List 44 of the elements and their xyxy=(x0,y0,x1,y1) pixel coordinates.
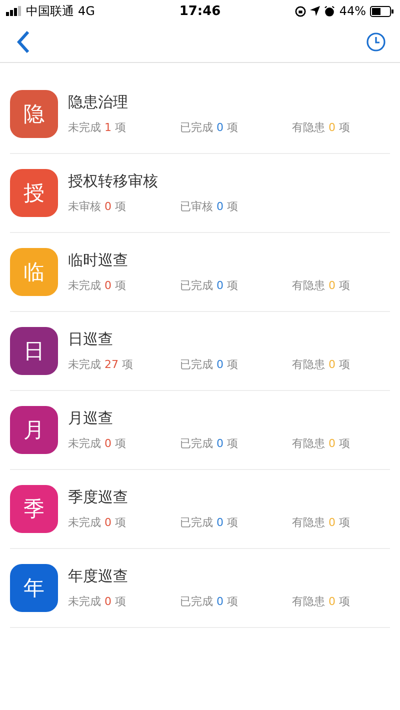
stat-text: 未完成 1 项 xyxy=(68,120,127,135)
battery-icon xyxy=(370,6,394,16)
item-title[interactable]: 季度巡查 xyxy=(68,488,400,507)
item-title[interactable]: 日巡查 xyxy=(68,330,400,349)
stat-text: 未完成 0 项 xyxy=(68,436,127,451)
category-tile[interactable]: 隐 xyxy=(10,90,58,138)
stat-text: 未完成 27 项 xyxy=(68,357,134,372)
stat-text: 有隐患 0 项 xyxy=(292,120,351,135)
clock-time: 17:46 xyxy=(179,4,221,18)
stat-text: 未完成 0 项 xyxy=(68,515,127,530)
clock-icon[interactable] xyxy=(366,32,386,52)
stat-text: 已完成 0 项 xyxy=(180,357,239,372)
alarm-icon xyxy=(324,6,336,16)
item-title[interactable]: 隐患治理 xyxy=(68,93,400,112)
stat-text: 有隐患 0 项 xyxy=(292,594,351,609)
location-icon xyxy=(310,6,320,16)
stat-text: 已审核 0 项 xyxy=(180,199,239,214)
stat-text: 已完成 0 项 xyxy=(180,515,239,530)
battery-percent: 44% xyxy=(339,4,366,18)
category-tile[interactable]: 季 xyxy=(10,485,58,533)
rotation-lock-icon xyxy=(295,6,306,16)
item-title[interactable]: 年度巡查 xyxy=(68,567,400,586)
category-tile[interactable]: 年 xyxy=(10,564,58,612)
stat-text: 有隐患 0 项 xyxy=(292,357,351,372)
item-title[interactable]: 临时巡查 xyxy=(68,251,400,270)
stat-text: 已完成 0 项 xyxy=(180,120,239,135)
network-type: 4G xyxy=(78,4,95,18)
signal-icon xyxy=(6,6,22,16)
category-tile[interactable]: 月 xyxy=(10,406,58,454)
stat-text: 有隐患 0 项 xyxy=(292,436,351,451)
category-tile[interactable]: 授 xyxy=(10,169,58,217)
category-tile[interactable]: 日 xyxy=(10,327,58,375)
item-title[interactable]: 授权转移审核 xyxy=(68,172,390,191)
stat-text: 未完成 0 项 xyxy=(68,594,127,609)
carrier-name: 中国联通 xyxy=(26,2,74,20)
back-icon[interactable] xyxy=(16,30,30,54)
stat-text: 未审核 0 项 xyxy=(68,199,127,214)
stat-text: 有隐患 0 项 xyxy=(292,515,351,530)
stat-text: 已完成 0 项 xyxy=(180,436,239,451)
stat-text: 已完成 0 项 xyxy=(180,278,239,293)
stat-text: 未完成 0 项 xyxy=(68,278,127,293)
item-title[interactable]: 月巡查 xyxy=(68,409,400,428)
stat-text: 有隐患 0 项 xyxy=(292,278,351,293)
stat-text: 已完成 0 项 xyxy=(180,594,239,609)
